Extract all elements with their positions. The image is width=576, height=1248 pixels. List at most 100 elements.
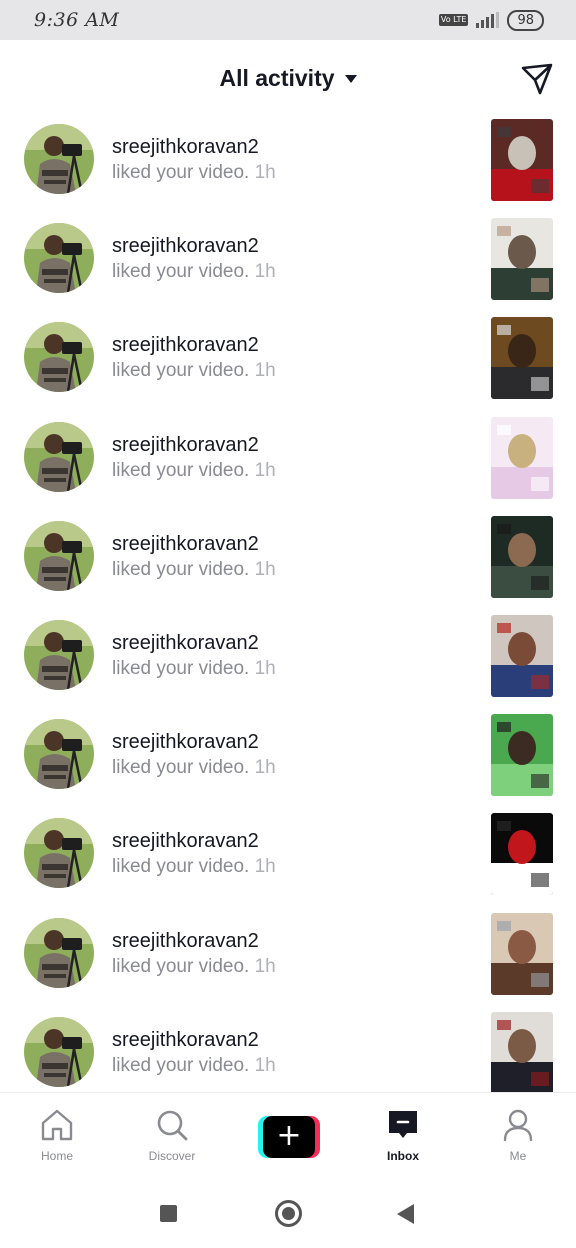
username[interactable]: sreejithkoravan2 xyxy=(112,531,276,557)
inbox-icon xyxy=(389,1111,417,1138)
avatar[interactable] xyxy=(24,620,94,690)
avatar[interactable] xyxy=(24,1016,94,1087)
notification-text: sreejithkoravan2 liked your video. 1h xyxy=(112,531,276,583)
username[interactable]: sreejithkoravan2 xyxy=(112,729,276,755)
plus-icon: + xyxy=(263,1116,315,1158)
notification-text: sreejithkoravan2 liked your video. 1h xyxy=(112,233,276,285)
notification-row[interactable]: sreejithkoravan2 liked your video. 1h xyxy=(0,804,576,903)
back-triangle-icon[interactable] xyxy=(397,1204,414,1224)
activity-action: liked your video. xyxy=(112,1054,250,1076)
username[interactable]: sreejithkoravan2 xyxy=(112,332,276,358)
activity-time: 1h xyxy=(254,856,276,878)
activity-line: liked your video. 1h xyxy=(112,755,276,781)
activity-action: liked your video. xyxy=(112,955,250,977)
video-thumbnail[interactable] xyxy=(491,912,553,995)
activity-line: liked your video. 1h xyxy=(112,954,276,980)
notification-row[interactable]: sreejithkoravan2 liked your video. 1h xyxy=(0,705,576,804)
home-icon xyxy=(41,1109,73,1141)
video-thumbnail[interactable] xyxy=(491,317,553,400)
notification-row[interactable]: sreejithkoravan2 liked your video. 1h xyxy=(0,308,576,407)
nav-me-label: Me xyxy=(509,1149,527,1163)
activity-time: 1h xyxy=(254,459,276,481)
battery-indicator: 98 xyxy=(507,9,544,31)
username[interactable]: sreejithkoravan2 xyxy=(112,1027,276,1053)
activity-line: liked your video. 1h xyxy=(112,557,276,583)
activity-action: liked your video. xyxy=(112,856,250,878)
avatar[interactable] xyxy=(24,322,94,393)
video-thumbnail[interactable] xyxy=(491,714,553,797)
notification-row[interactable]: sreejithkoravan2 liked your video. 1h xyxy=(0,904,576,1003)
status-time: 9:36 AM xyxy=(34,9,120,31)
activity-time: 1h xyxy=(254,360,276,382)
video-thumbnail[interactable] xyxy=(491,515,553,598)
username[interactable]: sreejithkoravan2 xyxy=(112,432,276,458)
avatar[interactable] xyxy=(24,223,94,294)
avatar[interactable] xyxy=(24,719,94,790)
activity-line: liked your video. 1h xyxy=(112,854,276,880)
notification-text: sreejithkoravan2 liked your video. 1h xyxy=(112,828,276,880)
activity-action: liked your video. xyxy=(112,558,250,580)
nav-inbox[interactable]: Inbox xyxy=(358,1107,448,1163)
notification-row[interactable]: sreejithkoravan2 liked your video. 1h xyxy=(0,1003,576,1092)
avatar[interactable] xyxy=(24,124,94,194)
activity-action: liked your video. xyxy=(112,757,250,779)
notification-row[interactable]: sreejithkoravan2 liked your video. 1h xyxy=(0,507,576,606)
activity-action: liked your video. xyxy=(112,459,250,481)
nav-inbox-label: Inbox xyxy=(387,1149,419,1163)
activity-filter-dropdown[interactable]: All activity xyxy=(219,65,357,92)
notification-text: sreejithkoravan2 liked your video. 1h xyxy=(112,1027,276,1079)
username[interactable]: sreejithkoravan2 xyxy=(112,828,276,854)
send-icon[interactable] xyxy=(520,62,554,96)
nav-discover-label: Discover xyxy=(148,1149,196,1163)
video-thumbnail[interactable] xyxy=(491,1011,553,1092)
profile-icon xyxy=(503,1109,533,1142)
notification-text: sreejithkoravan2 liked your video. 1h xyxy=(112,332,276,384)
video-thumbnail[interactable] xyxy=(491,218,553,301)
search-icon xyxy=(157,1110,188,1141)
status-icons: Vo LTE 98 xyxy=(438,9,544,31)
notification-row[interactable]: sreejithkoravan2 liked your video. 1h xyxy=(0,606,576,705)
activity-time: 1h xyxy=(254,1054,276,1076)
activity-time: 1h xyxy=(254,162,276,183)
notification-text: sreejithkoravan2 liked your video. 1h xyxy=(112,134,276,186)
video-thumbnail[interactable] xyxy=(491,416,553,499)
notification-row[interactable]: sreejithkoravan2 liked your video. 1h xyxy=(0,209,576,308)
status-bar: 9:36 AM Vo LTE 98 xyxy=(0,0,576,40)
notification-text: sreejithkoravan2 liked your video. 1h xyxy=(112,630,276,682)
username[interactable]: sreejithkoravan2 xyxy=(112,134,276,160)
nav-me[interactable]: Me xyxy=(473,1107,563,1163)
nav-home[interactable]: Home xyxy=(12,1107,102,1163)
bottom-nav: Home Discover + Inbox Me xyxy=(0,1092,576,1178)
create-button[interactable]: + xyxy=(258,1116,320,1158)
username[interactable]: sreejithkoravan2 xyxy=(112,630,276,656)
activity-line: liked your video. 1h xyxy=(112,656,276,682)
activity-action: liked your video. xyxy=(112,261,250,283)
activity-action: liked your video. xyxy=(112,162,250,183)
activity-time: 1h xyxy=(254,558,276,580)
circle-icon[interactable] xyxy=(275,1200,302,1227)
activity-line: liked your video. 1h xyxy=(112,458,276,484)
notification-row[interactable]: sreejithkoravan2 liked your video. 1h xyxy=(0,408,576,507)
avatar[interactable] xyxy=(24,421,94,492)
volte-icon: Vo LTE xyxy=(438,14,469,26)
activity-time: 1h xyxy=(254,261,276,283)
activity-header: All activity xyxy=(0,40,576,116)
avatar[interactable] xyxy=(24,818,94,889)
notification-text: sreejithkoravan2 liked your video. 1h xyxy=(112,729,276,781)
username[interactable]: sreejithkoravan2 xyxy=(112,233,276,259)
video-thumbnail[interactable] xyxy=(491,813,553,896)
notification-text: sreejithkoravan2 liked your video. 1h xyxy=(112,928,276,980)
avatar[interactable] xyxy=(24,917,94,988)
square-icon[interactable] xyxy=(160,1205,177,1222)
avatar[interactable] xyxy=(24,520,94,591)
activity-action: liked your video. xyxy=(112,360,250,382)
activity-time: 1h xyxy=(254,955,276,977)
nav-home-label: Home xyxy=(40,1149,73,1163)
video-thumbnail[interactable] xyxy=(491,615,553,697)
nav-discover[interactable]: Discover xyxy=(127,1107,217,1163)
notification-list: sreejithkoravan2 liked your video. 1h sree… xyxy=(0,110,576,1092)
notification-row[interactable]: sreejithkoravan2 liked your video. 1h xyxy=(0,110,576,209)
video-thumbnail[interactable] xyxy=(491,119,553,201)
caret-down-icon xyxy=(344,75,357,83)
username[interactable]: sreejithkoravan2 xyxy=(112,928,276,954)
